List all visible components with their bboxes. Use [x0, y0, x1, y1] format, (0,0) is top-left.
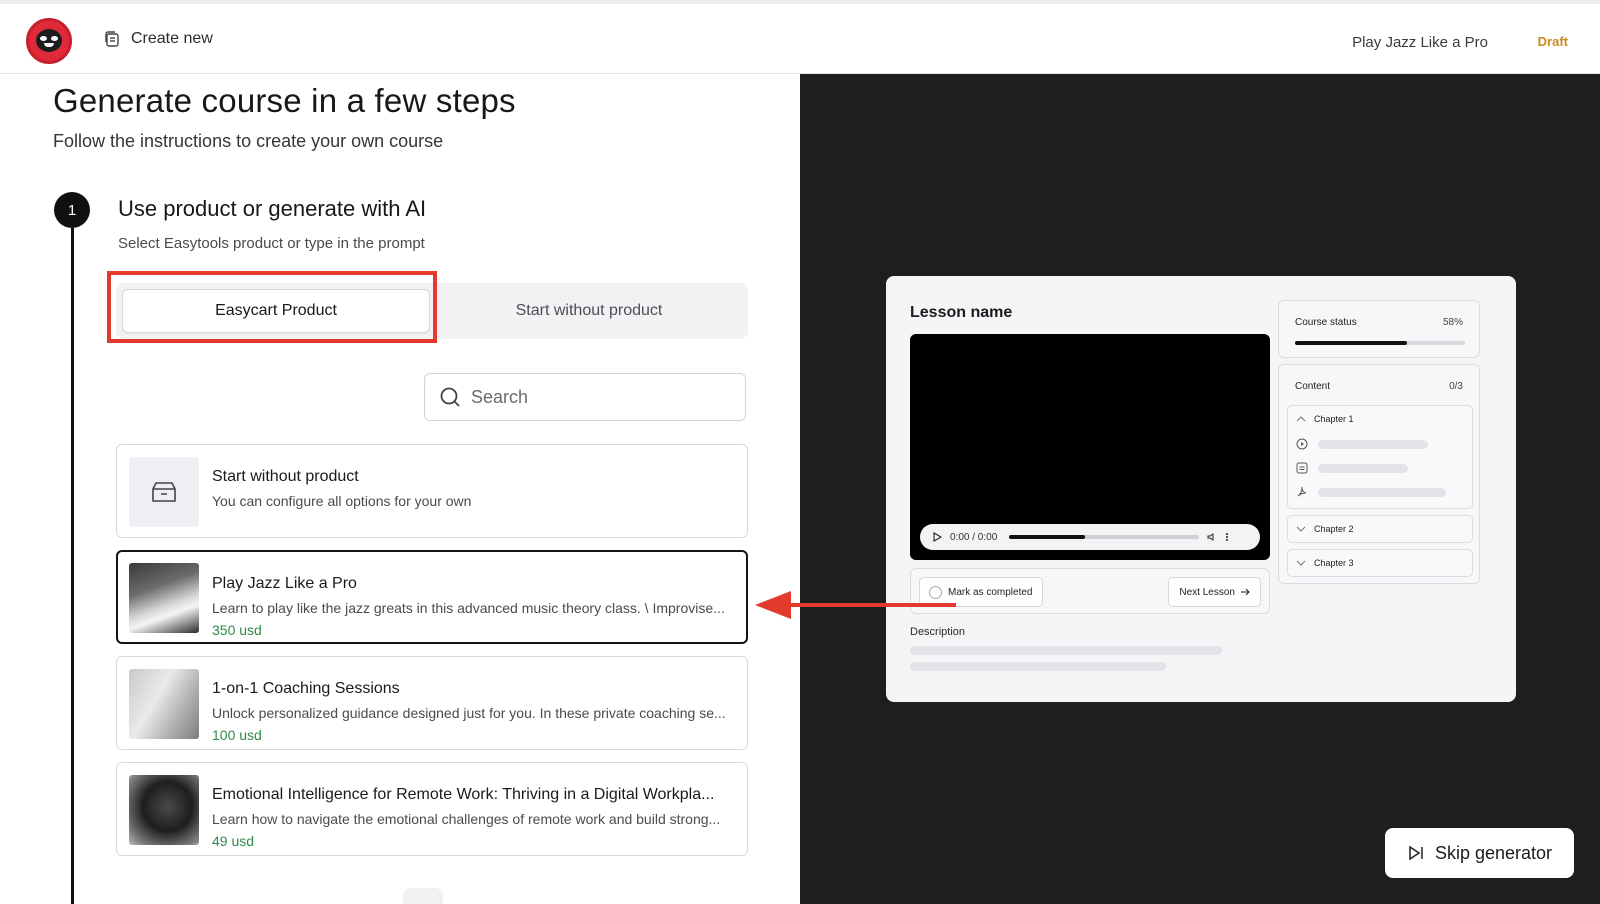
- product-description: Unlock personalized guidance designed ju…: [212, 705, 726, 721]
- product-title: Start without product: [212, 468, 359, 485]
- product-thumbnail: [129, 775, 199, 845]
- skip-generator-button[interactable]: Skip generator: [1385, 828, 1574, 878]
- app-logo[interactable]: [26, 18, 72, 64]
- step-number: 1: [54, 192, 90, 228]
- video-player[interactable]: 0:00 / 0:00: [910, 334, 1270, 560]
- search-input[interactable]: [471, 386, 721, 408]
- course-status: Course status 58%: [1278, 300, 1480, 358]
- annotation-arrow-head: [755, 591, 791, 619]
- chapter-name: Chapter 2: [1314, 524, 1354, 534]
- product-card-emotional-intelligence[interactable]: Emotional Intelligence for Remote Work: …: [116, 762, 748, 856]
- chapter-item[interactable]: Chapter 3: [1287, 549, 1473, 577]
- volume-icon[interactable]: [1207, 532, 1217, 542]
- course-status-bar: [1295, 341, 1465, 345]
- video-lesson-icon: [1296, 438, 1308, 450]
- product-price: 350 usd: [212, 622, 262, 638]
- product-title: Emotional Intelligence for Remote Work: …: [212, 786, 715, 803]
- annotation-highlight: [107, 271, 437, 343]
- chapter-name: Chapter 3: [1314, 558, 1354, 568]
- pdf-lesson-icon: [1297, 486, 1307, 497]
- text-lesson-icon: [1296, 462, 1308, 474]
- tab-start-without-product[interactable]: Start without product: [436, 289, 742, 333]
- step-subtitle: Select Easytools product or type in the …: [118, 235, 425, 252]
- product-description: Learn to play like the jazz greats in th…: [212, 600, 725, 616]
- next-lesson-button[interactable]: Next Lesson: [1168, 577, 1261, 607]
- step-line: [71, 228, 74, 904]
- box-icon: [152, 482, 176, 502]
- product-description: Learn how to navigate the emotional chal…: [212, 811, 721, 827]
- video-time: 0:00 / 0:00: [950, 531, 998, 543]
- course-status-label: Course status: [1295, 317, 1357, 328]
- video-controls: 0:00 / 0:00: [920, 524, 1260, 550]
- mark-completed-label: Mark as completed: [948, 586, 1033, 598]
- course-title: Play Jazz Like a Pro: [1352, 34, 1488, 51]
- lesson-row: [1296, 462, 1408, 474]
- product-card-no-product[interactable]: Start without product You can configure …: [116, 444, 748, 538]
- content-label: Content: [1295, 381, 1331, 392]
- create-new-label: Create new: [131, 30, 213, 47]
- chapter-item[interactable]: Chapter 1: [1287, 405, 1473, 509]
- product-price: 49 usd: [212, 833, 255, 849]
- skeleton-line: [910, 662, 1166, 671]
- more-icon[interactable]: [1225, 532, 1229, 542]
- step-title: Use product or generate with AI: [118, 196, 427, 221]
- skeleton-line: [910, 646, 1222, 655]
- description-label: Description: [910, 626, 966, 638]
- video-progress[interactable]: [1009, 535, 1200, 539]
- product-thumbnail: [129, 457, 199, 527]
- product-title: 1-on-1 Coaching Sessions: [212, 680, 400, 697]
- annotation-arrow: [790, 603, 956, 607]
- radio-icon: [929, 586, 942, 599]
- lesson-name: Lesson name: [910, 304, 1013, 321]
- product-description: You can configure all options for your o…: [212, 493, 472, 509]
- search-field[interactable]: [424, 373, 746, 421]
- page-subtitle: Follow the instructions to create your o…: [53, 131, 444, 151]
- sloth-face-icon: [36, 29, 62, 52]
- course-status-percent: 58%: [1442, 317, 1463, 328]
- lesson-controls: Mark as completed Next Lesson: [910, 568, 1270, 614]
- product-thumbnail: [129, 669, 199, 739]
- chevron-down-icon: [1296, 560, 1306, 566]
- chapter-item[interactable]: Chapter 2: [1287, 515, 1473, 543]
- scroll-hint: [403, 888, 443, 904]
- chevron-up-icon: [1296, 416, 1306, 422]
- content-count: 0/3: [1449, 381, 1463, 392]
- preview-panel: Lesson name 0:00 / 0:00 Mark as complete…: [800, 74, 1600, 904]
- skip-generator-label: Skip generator: [1434, 842, 1553, 863]
- product-card-play-jazz[interactable]: Play Jazz Like a Pro Learn to play like …: [116, 550, 748, 644]
- status-badge: Draft: [1537, 34, 1568, 49]
- chevron-down-icon: [1296, 526, 1306, 532]
- course-preview: Lesson name 0:00 / 0:00 Mark as complete…: [886, 276, 1516, 702]
- lesson-row: [1296, 438, 1428, 450]
- play-icon[interactable]: [932, 532, 942, 542]
- product-title: Play Jazz Like a Pro: [212, 575, 357, 592]
- skip-icon: [1409, 845, 1423, 861]
- arrow-right-icon: [1241, 588, 1250, 596]
- product-thumbnail: [129, 563, 199, 633]
- top-bar: Create new Play Jazz Like a Pro Draft: [0, 0, 1600, 74]
- page-title: Generate course in a few steps: [53, 82, 516, 119]
- next-lesson-label: Next Lesson: [1179, 586, 1235, 598]
- chapter-name: Chapter 1: [1314, 414, 1354, 424]
- content-outline: Content 0/3 Chapter 1 Chapter 2 Chapter …: [1278, 364, 1480, 584]
- product-card-coaching[interactable]: 1-on-1 Coaching Sessions Unlock personal…: [116, 656, 748, 750]
- copy-icon: [105, 31, 119, 47]
- lesson-row: [1296, 486, 1446, 498]
- product-price: 100 usd: [212, 727, 262, 743]
- search-icon: [440, 387, 460, 407]
- create-new-button[interactable]: Create new: [103, 30, 213, 48]
